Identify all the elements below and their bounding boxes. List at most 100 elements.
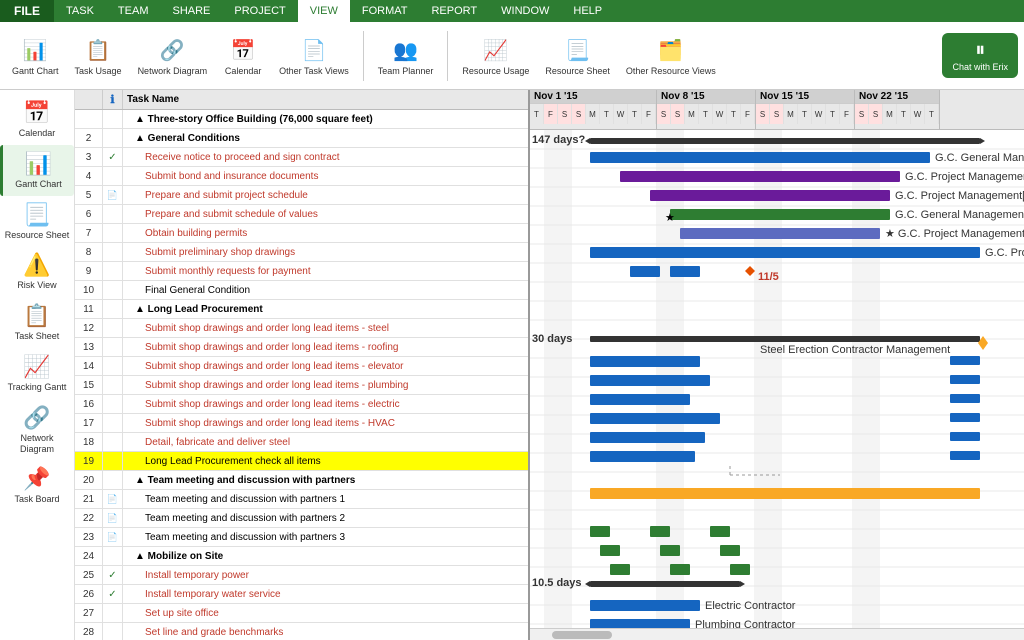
sidebar-item-task-sheet[interactable]: 📋 Task Sheet: [0, 297, 74, 348]
toolbar-other-resource-views[interactable]: 🗂️ Other Resource Views: [620, 32, 722, 79]
task-table: ℹ Task Name ▲ Three-story Office Buildin…: [75, 90, 530, 640]
table-row[interactable]: ▲ Three-story Office Building (76,000 sq…: [75, 110, 528, 129]
table-row[interactable]: 7 Obtain building permits: [75, 224, 528, 243]
menu-task[interactable]: TASK: [54, 0, 106, 22]
sidebar-item-task-board[interactable]: 📌 Task Board: [0, 460, 74, 511]
table-row[interactable]: 27 Set up site office: [75, 604, 528, 623]
row-task-name: Submit shop drawings and order long lead…: [123, 414, 528, 432]
table-row[interactable]: 2 ▲ General Conditions: [75, 129, 528, 148]
table-row[interactable]: 17 Submit shop drawings and order long l…: [75, 414, 528, 433]
menu-team[interactable]: TEAM: [106, 0, 161, 22]
table-row[interactable]: 12 Submit shop drawings and order long l…: [75, 319, 528, 338]
table-row[interactable]: 21 📄 Team meeting and discussion with pa…: [75, 490, 528, 509]
table-row[interactable]: 11 ▲ Long Lead Procurement: [75, 300, 528, 319]
row-flag: ✓: [103, 148, 123, 166]
toolbar-separator-1: [363, 31, 364, 81]
row-id: 18: [75, 433, 103, 451]
svg-text:10.5 days: 10.5 days: [532, 577, 582, 589]
toolbar-resource-usage[interactable]: 📈 Resource Usage: [456, 32, 535, 79]
row-id: 14: [75, 357, 103, 375]
row-id: 26: [75, 585, 103, 603]
table-row[interactable]: 15 Submit shop drawings and order long l…: [75, 376, 528, 395]
row-id: 24: [75, 547, 103, 565]
menu-report[interactable]: REPORT: [419, 0, 489, 22]
table-row[interactable]: 5 📄 Prepare and submit project schedule: [75, 186, 528, 205]
table-row[interactable]: 23 📄 Team meeting and discussion with pa…: [75, 528, 528, 547]
sidebar-item-gantt-chart[interactable]: 📊 Gantt Chart: [0, 145, 74, 196]
day-cell: S: [558, 104, 572, 124]
toolbar-resource-sheet[interactable]: 📃 Resource Sheet: [539, 32, 616, 79]
menu-help[interactable]: HELP: [561, 0, 614, 22]
table-row[interactable]: 6 Prepare and submit schedule of values: [75, 205, 528, 224]
toolbar-other-task-views[interactable]: 📄 Other Task Views: [273, 32, 355, 79]
table-row[interactable]: 26 ✓ Install temporary water service: [75, 585, 528, 604]
table-header: ℹ Task Name: [75, 90, 528, 110]
day-cell: F: [741, 104, 755, 124]
row-task-name: Submit shop drawings and order long lead…: [123, 319, 528, 337]
row-id: 28: [75, 623, 103, 640]
row-task-name: ▲ Mobilize on Site: [123, 547, 528, 565]
table-row[interactable]: 24 ▲ Mobilize on Site: [75, 547, 528, 566]
toolbar-gantt-chart[interactable]: 📊 Gantt Chart: [6, 32, 65, 79]
table-row[interactable]: 8 Submit preliminary shop drawings: [75, 243, 528, 262]
row-task-name: Team meeting and discussion with partner…: [123, 528, 528, 546]
row-flag: [103, 414, 123, 432]
row-id: 23: [75, 528, 103, 546]
day-cell: F: [642, 104, 656, 124]
file-menu[interactable]: FILE: [0, 0, 54, 22]
svg-text:147 days?: 147 days?: [532, 134, 585, 146]
sidebar-task-sheet-label: Task Sheet: [15, 331, 60, 342]
svg-text:30 days: 30 days: [532, 333, 572, 345]
table-row[interactable]: 3 ✓ Receive notice to proceed and sign c…: [75, 148, 528, 167]
sidebar-item-risk-view[interactable]: ⚠️ Risk View: [0, 246, 74, 297]
svg-text:Plumbing Contractor: Plumbing Contractor: [695, 619, 796, 628]
menu-format[interactable]: FORMAT: [350, 0, 420, 22]
row-task-name: Install temporary power: [123, 566, 528, 584]
gantt-scroll-thumb[interactable]: [552, 631, 612, 639]
day-cell: M: [883, 104, 897, 124]
day-cell: T: [925, 104, 939, 124]
row-task-name: Submit shop drawings and order long lead…: [123, 338, 528, 356]
table-row[interactable]: 10 Final General Condition: [75, 281, 528, 300]
menu-window[interactable]: WINDOW: [489, 0, 561, 22]
table-row[interactable]: 9 Submit monthly requests for payment: [75, 262, 528, 281]
row-task-name: Prepare and submit project schedule: [123, 186, 528, 204]
row-id: 25: [75, 566, 103, 584]
chat-with-erix-button[interactable]: ⏸ Chat with Erix: [942, 33, 1018, 78]
row-task-name: Install temporary water service: [123, 585, 528, 603]
row-flag: 📄: [103, 509, 123, 527]
day-cell: S: [770, 104, 784, 124]
day-cell: S: [572, 104, 586, 124]
menu-project[interactable]: PROJECT: [222, 0, 297, 22]
svg-text:G.C. General Management: G.C. General Management: [935, 152, 1024, 164]
row-id: 2: [75, 129, 103, 147]
sidebar-tracking-label: Tracking Gantt: [8, 382, 67, 393]
sidebar-item-calendar[interactable]: 📅 Calendar: [0, 94, 74, 145]
sidebar-item-tracking-gantt[interactable]: 📈 Tracking Gantt: [0, 348, 74, 399]
day-cell: M: [685, 104, 699, 124]
table-row[interactable]: 18 Detail, fabricate and deliver steel: [75, 433, 528, 452]
sidebar-item-resource-sheet[interactable]: 📃 Resource Sheet: [0, 196, 74, 247]
table-row[interactable]: 13 Submit shop drawings and order long l…: [75, 338, 528, 357]
table-row[interactable]: 16 Submit shop drawings and order long l…: [75, 395, 528, 414]
sidebar-network-label: Network Diagram: [4, 433, 70, 455]
table-row[interactable]: 20 ▲ Team meeting and discussion with pa…: [75, 471, 528, 490]
toolbar-task-usage[interactable]: 📋 Task Usage: [69, 32, 128, 79]
toolbar-calendar-label: Calendar: [225, 66, 262, 77]
gantt-horizontal-scrollbar[interactable]: [530, 628, 1024, 640]
table-row[interactable]: 22 📄 Team meeting and discussion with pa…: [75, 509, 528, 528]
toolbar-team-planner[interactable]: 👥 Team Planner: [372, 32, 440, 79]
table-row[interactable]: 28 Set line and grade benchmarks: [75, 623, 528, 640]
toolbar-calendar[interactable]: 📅 Calendar: [217, 32, 269, 79]
table-row[interactable]: 14 Submit shop drawings and order long l…: [75, 357, 528, 376]
table-row[interactable]: 4 Submit bond and insurance documents: [75, 167, 528, 186]
row-flag: [103, 243, 123, 261]
day-cell: T: [897, 104, 911, 124]
sidebar-item-network-diagram[interactable]: 🔗 Network Diagram: [0, 399, 74, 461]
menu-view[interactable]: VIEW: [298, 0, 350, 22]
toolbar-network-diagram[interactable]: 🔗 Network Diagram: [132, 32, 214, 79]
table-row[interactable]: 25 ✓ Install temporary power: [75, 566, 528, 585]
sidebar-calendar-icon: 📅: [23, 100, 50, 126]
menu-share[interactable]: SHARE: [160, 0, 222, 22]
table-row[interactable]: 19 Long Lead Procurement check all items: [75, 452, 528, 471]
